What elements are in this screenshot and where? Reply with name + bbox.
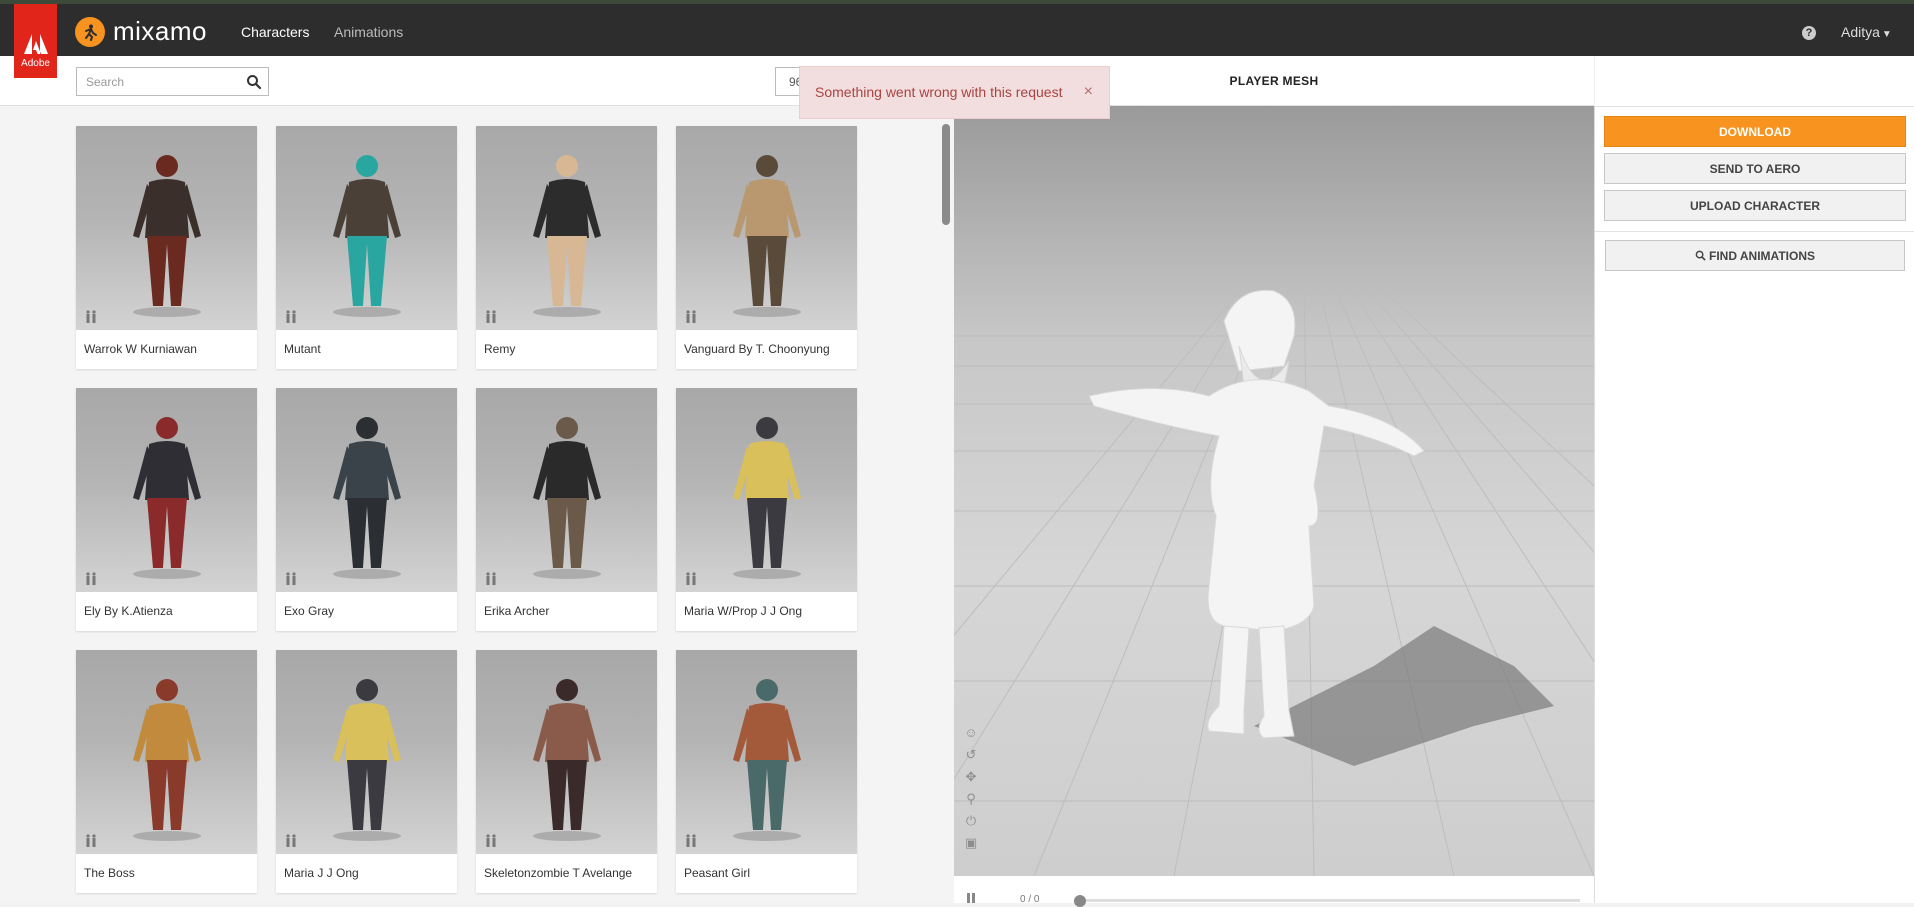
scrollbar-thumb[interactable] [942, 124, 950, 225]
character-name: Warrok W Kurniawan [84, 342, 197, 356]
rigged-figure-icon [686, 834, 696, 847]
character-card[interactable]: Mutant [276, 126, 457, 369]
character-card[interactable]: Exo Gray [276, 388, 457, 631]
user-menu[interactable]: Aditya ▼ [1841, 24, 1892, 40]
3d-viewport[interactable]: ☺ ↺ ✥ ⚲ ⏻ ▣ [954, 106, 1594, 876]
character-thumbnail [76, 126, 257, 330]
character-card[interactable]: Erika Archer [476, 388, 657, 631]
character-thumbnail [676, 126, 857, 330]
action-panel: DOWNLOAD SEND TO AERO UPLOAD CHARACTER F… [1594, 56, 1914, 903]
character-name: Skeletonzombie T Avelange [484, 866, 633, 880]
rigged-figure-icon [486, 572, 496, 585]
find-animations-button[interactable]: FIND ANIMATIONS [1605, 240, 1905, 271]
character-name: Remy [484, 342, 516, 356]
character-card[interactable]: Maria J J Ong [276, 650, 457, 893]
help-icon[interactable]: ? [1802, 26, 1816, 40]
character-thumbnail [476, 388, 657, 592]
character-name: Maria W/Prop J J Ong [684, 604, 803, 618]
rigged-figure-icon [86, 572, 96, 585]
character-name: Exo Gray [284, 604, 335, 618]
character-name: Ely By K.Atienza [84, 604, 173, 618]
character-name: Mutant [284, 342, 321, 356]
character-name: Peasant Girl [684, 866, 751, 880]
divider [1595, 231, 1914, 232]
brand-name: mixamo [113, 16, 208, 46]
rigged-figure-icon [286, 572, 296, 585]
search-box[interactable] [76, 67, 269, 96]
zoom-icon[interactable]: ⚲ [964, 792, 978, 806]
timeline-track[interactable] [1080, 899, 1580, 902]
rigged-figure-icon [686, 310, 696, 323]
character-name: Erika Archer [484, 604, 550, 618]
find-animations-label: FIND ANIMATIONS [1709, 249, 1815, 263]
rigged-figure-icon [286, 834, 296, 847]
reset-view-icon[interactable]: ↺ [964, 748, 978, 762]
character-name: Maria J J Ong [284, 866, 359, 880]
character-card[interactable]: Vanguard By T. Choonyung [676, 126, 857, 369]
floor-grid [954, 285, 1594, 876]
tab-characters[interactable]: Characters [225, 8, 326, 60]
rigged-figure-icon [86, 834, 96, 847]
send-to-aero-button[interactable]: SEND TO AERO [1604, 153, 1906, 184]
adobe-label: Adobe [21, 58, 50, 69]
character-thumbnail [76, 650, 257, 854]
pause-icon[interactable] [966, 893, 976, 903]
rigged-figure-icon [486, 310, 496, 323]
character-thumbnail [676, 388, 857, 592]
search-icon [1695, 250, 1706, 261]
character-name: Vanguard By T. Choonyung [684, 342, 830, 356]
frame-count: 0 / 0 [1020, 894, 1040, 905]
camera-icon[interactable]: ▣ [964, 836, 978, 850]
tab-animations[interactable]: Animations [318, 8, 419, 60]
character-thumbnail [676, 650, 857, 854]
face-icon[interactable]: ☺ [964, 726, 978, 740]
rigged-figure-icon [86, 310, 96, 323]
character-library: 96 Warrok W KurniawanMutantRemyVanguard … [0, 56, 954, 903]
adobe-logo-icon [23, 34, 48, 54]
character-name: The Boss [84, 866, 135, 880]
upload-character-button[interactable]: UPLOAD CHARACTER [1604, 190, 1906, 221]
rigged-figure-icon [686, 572, 696, 585]
character-card[interactable]: Skeletonzombie T Avelange [476, 650, 657, 893]
character-card[interactable]: Warrok W Kurniawan [76, 126, 257, 369]
error-toast: Something went wrong with this request × [799, 66, 1110, 119]
viewport-tools: ☺ ↺ ✥ ⚲ ⏻ ▣ [964, 726, 978, 850]
power-icon[interactable]: ⏻ [964, 814, 978, 828]
character-thumbnail [276, 650, 457, 854]
character-thumbnail [476, 126, 657, 330]
rigged-figure-icon [486, 834, 496, 847]
user-name: Aditya [1841, 24, 1880, 40]
adobe-badge[interactable]: Adobe [14, 4, 57, 78]
rigged-figure-icon [286, 310, 296, 323]
error-message: Something went wrong with this request [815, 84, 1063, 100]
search-icon[interactable] [246, 74, 262, 90]
character-card[interactable]: Peasant Girl [676, 650, 857, 893]
character-card[interactable]: The Boss [76, 650, 257, 893]
character-card[interactable]: Remy [476, 126, 657, 369]
character-thumbnail [476, 650, 657, 854]
caret-down-icon: ▼ [1881, 29, 1892, 40]
character-thumbnail [276, 388, 457, 592]
close-icon[interactable]: × [1084, 83, 1093, 101]
brand[interactable]: mixamo [75, 16, 207, 47]
download-button[interactable]: DOWNLOAD [1604, 116, 1906, 147]
character-card[interactable]: Maria W/Prop J J Ong [676, 388, 857, 631]
character-thumbnail [276, 126, 457, 330]
character-thumbnail [76, 388, 257, 592]
timeline-scrubber[interactable] [1074, 895, 1086, 907]
mixamo-logo-icon [75, 16, 105, 47]
search-input[interactable] [77, 68, 237, 95]
timeline: 0 / 0 [954, 876, 1594, 907]
pan-icon[interactable]: ✥ [964, 770, 978, 784]
top-bar: mixamo Characters Animations ? Aditya ▼ [0, 0, 1914, 60]
character-card[interactable]: Ely By K.Atienza [76, 388, 257, 631]
